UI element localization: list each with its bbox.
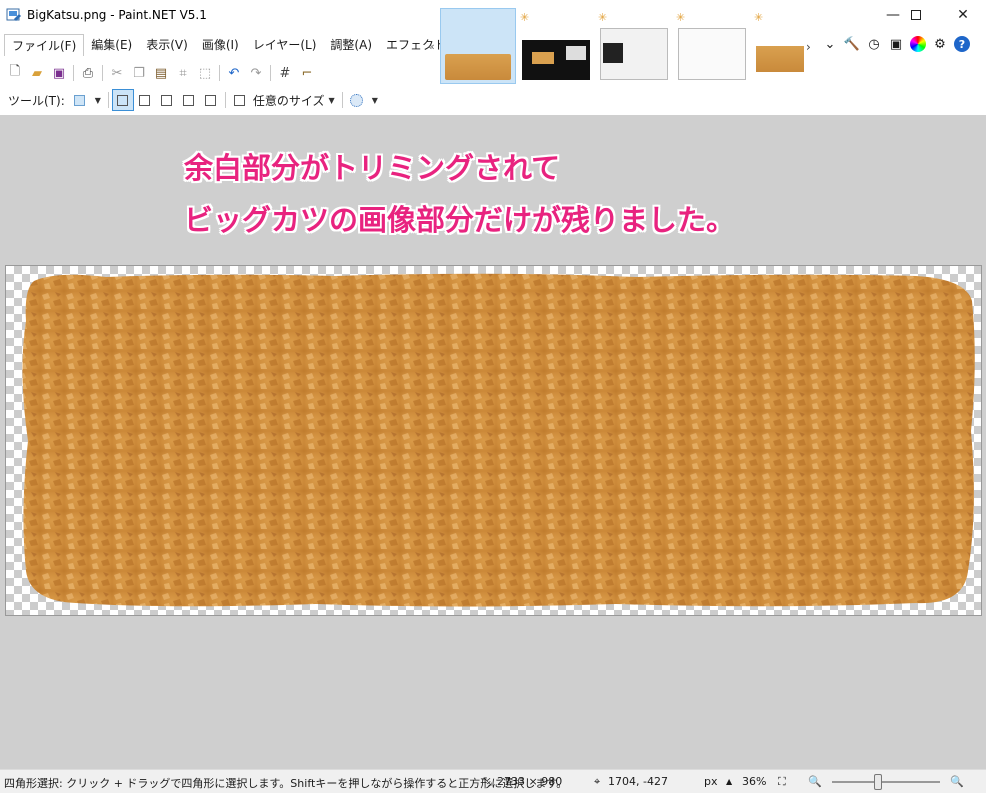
status-bar: 四角形選択: クリック + ドラッグで四角形に選択します。Shiftキーを押しな… xyxy=(0,769,986,793)
grid-icon[interactable]: # xyxy=(274,62,296,84)
thumbnail-bigkatsu[interactable] xyxy=(440,8,516,84)
thumbnail-image xyxy=(756,46,804,72)
rectangle-select-icon xyxy=(74,94,86,106)
menu-scroll-left[interactable]: « xyxy=(428,40,435,53)
save-icon[interactable]: ▣ xyxy=(48,62,70,84)
menu-adjustments[interactable]: 調整(A) xyxy=(323,34,379,56)
menu-file[interactable]: ファイル(F) xyxy=(4,34,85,56)
tool-picker-dropdown-icon[interactable]: ▼ xyxy=(95,96,101,105)
crop-to-selection-icon[interactable]: ⌗ xyxy=(172,62,194,84)
thumbnail-doc-5[interactable]: ✳ xyxy=(752,8,808,84)
thumbnail-doc-3[interactable]: ✳ xyxy=(596,8,672,84)
selection-mode-exclude-button[interactable] xyxy=(156,89,178,111)
image-canvas[interactable] xyxy=(5,265,982,616)
open-folder-icon[interactable]: ▰ xyxy=(26,62,48,84)
menu-edit[interactable]: 編集(E) xyxy=(84,34,139,56)
replace-mode-icon xyxy=(117,94,129,106)
tools-hammer-icon[interactable]: 🔨 xyxy=(844,36,860,52)
separator xyxy=(224,92,226,108)
image-size-readout: 2733 × 980 xyxy=(497,775,563,788)
antialiasing-button[interactable] xyxy=(346,89,368,111)
antialiasing-icon xyxy=(350,93,364,107)
print-icon[interactable]: ⎙ xyxy=(77,62,99,84)
separator xyxy=(107,92,109,108)
thumbnail-doc-2[interactable]: ✳ xyxy=(518,8,594,84)
history-icon[interactable]: ◷ xyxy=(866,36,882,52)
right-toolbar: ⌄ 🔨 ◷ ▣ ⚙ ? xyxy=(822,36,970,52)
maximize-button[interactable] xyxy=(893,0,939,30)
union-mode-icon xyxy=(139,94,151,106)
new-file-icon[interactable]: 🗋 xyxy=(4,62,26,84)
selection-size-icon-button[interactable] xyxy=(229,89,251,111)
maximize-icon xyxy=(911,10,921,20)
zoom-level[interactable]: 36% xyxy=(742,775,766,788)
menu-layer[interactable]: レイヤー(L) xyxy=(246,34,324,56)
ruler-icon[interactable]: ⌐ xyxy=(296,62,318,84)
thumbnail-image xyxy=(522,40,590,80)
cut-icon[interactable]: ✂ xyxy=(106,62,128,84)
close-icon: ✕ xyxy=(957,7,969,23)
main-toolbar: 🗋 ▰ ▣ ⎙ ✂ ❐ ▤ ⌗ ⬚ ↶ ↷ # ⌐ xyxy=(0,62,318,84)
selection-mode-xor-button[interactable] xyxy=(200,89,222,111)
colors-wheel-icon[interactable] xyxy=(910,36,926,52)
zoom-slider-track[interactable] xyxy=(832,781,940,783)
paintdotnet-app-icon xyxy=(6,8,21,21)
copy-icon[interactable]: ❐ xyxy=(128,62,150,84)
cursor-position-icon: ⌖ xyxy=(594,775,601,788)
unit-dropdown-icon[interactable]: ▲ xyxy=(726,777,732,786)
size-dropdown-icon[interactable]: ▼ xyxy=(329,96,335,105)
thumbnail-doc-4[interactable]: ✳ xyxy=(674,8,750,84)
zoom-to-window-icon[interactable]: ⛶ xyxy=(778,775,786,789)
unsaved-star-icon: ✳ xyxy=(598,11,608,24)
menu-bar: ファイル(F) 編集(E) 表示(V) 画像(I) レイヤー(L) 調整(A) … xyxy=(0,34,471,56)
deselect-icon[interactable]: ⬚ xyxy=(194,62,216,84)
antialiasing-dropdown-icon[interactable]: ▼ xyxy=(372,96,378,105)
unsaved-star-icon: ✳ xyxy=(676,11,686,24)
window-title: BigKatsu.png - Paint.NET V5.1 xyxy=(27,8,207,22)
separator xyxy=(73,65,74,81)
settings-gear-icon[interactable]: ⚙ xyxy=(932,36,948,52)
selection-size-icon xyxy=(234,94,246,106)
thumbnail-next-button[interactable]: › xyxy=(806,40,811,54)
image-size-icon: ⤡ xyxy=(483,775,492,788)
selection-mode-replace-button[interactable] xyxy=(111,89,134,111)
separator xyxy=(270,65,271,81)
exclude-mode-icon xyxy=(161,94,173,106)
paste-icon[interactable]: ▤ xyxy=(150,62,172,84)
unsaved-star-icon: ✳ xyxy=(520,11,530,24)
zoom-out-icon[interactable]: 🔍 xyxy=(808,775,822,788)
zoom-in-icon[interactable]: 🔍 xyxy=(950,775,964,788)
katsu-image xyxy=(22,273,975,607)
separator xyxy=(102,65,103,81)
layers-icon[interactable]: ▣ xyxy=(888,36,904,52)
selection-mode-union-button[interactable] xyxy=(134,89,156,111)
close-button[interactable]: ✕ xyxy=(940,0,986,30)
canvas-area[interactable]: 余白部分がトリミングされて ビッグカツの画像部分だけが残りました。 xyxy=(0,115,986,769)
annotation-line-1: 余白部分がトリミングされて xyxy=(184,151,561,185)
zoom-slider-thumb[interactable] xyxy=(874,774,882,790)
more-dropdown-icon[interactable]: ⌄ xyxy=(822,36,838,52)
tool-label: ツール(T): xyxy=(8,93,65,108)
menu-image[interactable]: 画像(I) xyxy=(195,34,246,56)
separator xyxy=(341,92,343,108)
separator xyxy=(219,65,220,81)
unit-selector[interactable]: px xyxy=(704,775,718,788)
tool-options-bar: ツール(T): ▼ 任意のサイズ ▼ ▼ xyxy=(0,89,382,111)
undo-icon[interactable]: ↶ xyxy=(223,62,245,84)
intersect-mode-icon xyxy=(183,94,195,106)
unsaved-star-icon: ✳ xyxy=(754,11,764,24)
xor-mode-icon xyxy=(205,94,217,106)
help-icon[interactable]: ? xyxy=(954,36,970,52)
menu-view[interactable]: 表示(V) xyxy=(139,34,195,56)
selection-size-dropdown[interactable]: 任意のサイズ xyxy=(253,92,325,109)
redo-icon[interactable]: ↷ xyxy=(245,62,267,84)
selection-mode-intersect-button[interactable] xyxy=(178,89,200,111)
cursor-position-readout: 1704, -427 xyxy=(608,775,668,788)
thumbnail-image xyxy=(445,54,511,80)
thumbnail-image xyxy=(678,28,746,80)
thumbnail-image xyxy=(600,28,668,80)
annotation-line-2: ビッグカツの画像部分だけが残りました。 xyxy=(184,203,736,237)
tool-picker-button[interactable] xyxy=(69,89,91,111)
